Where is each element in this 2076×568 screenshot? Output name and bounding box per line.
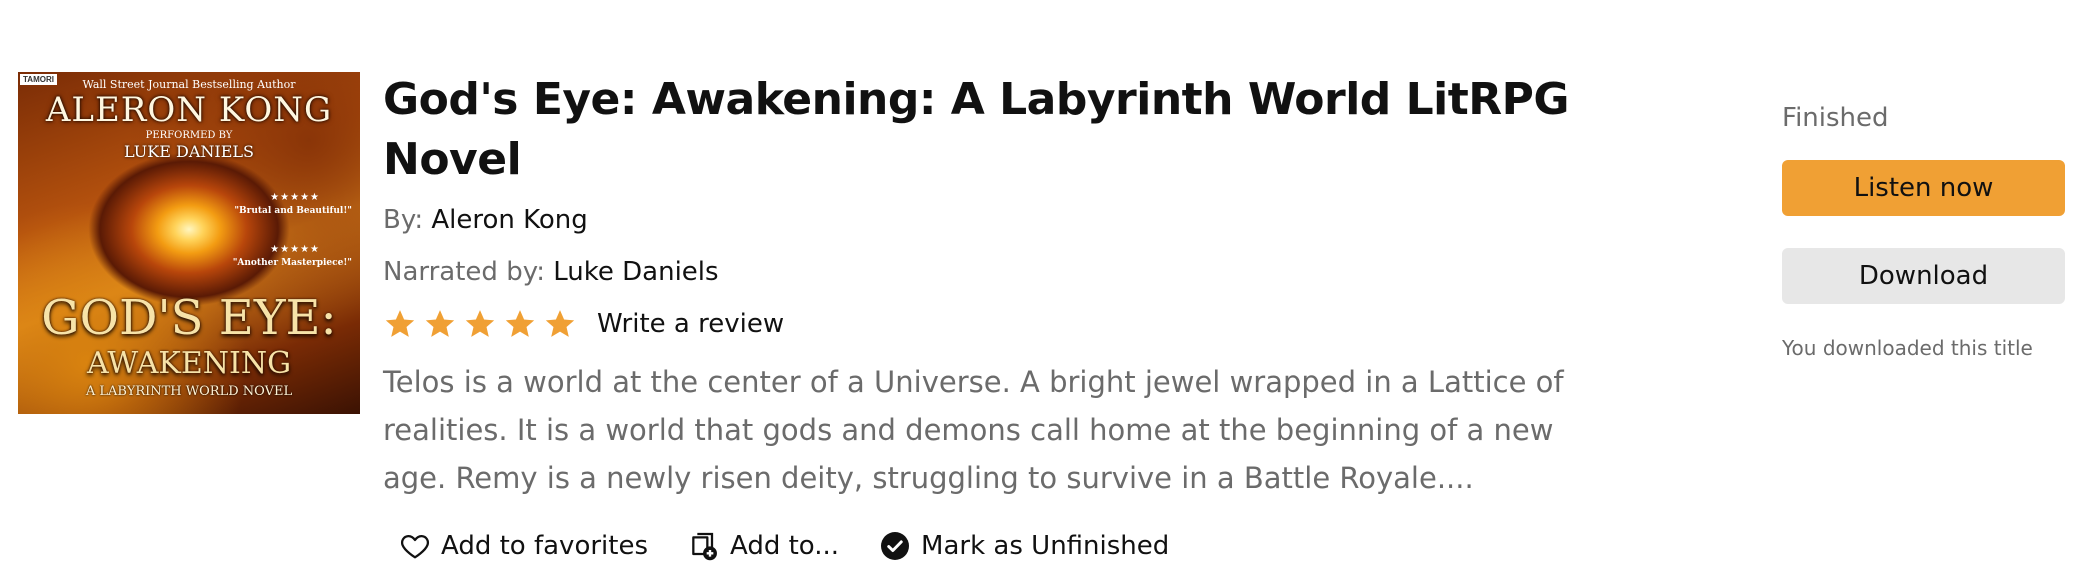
cover-quote: "Another Masterpiece!" — [232, 258, 352, 268]
mark-unfinished-label: Mark as Unfinished — [921, 531, 1170, 561]
listen-now-button[interactable]: Listen now — [1782, 160, 2065, 216]
add-to-favorites-label: Add to favorites — [441, 531, 648, 561]
listen-panel: Finished Listen now Download You downloa… — [1782, 100, 2065, 360]
star-rating — [383, 307, 583, 341]
book-cover[interactable]: TAMORI Wall Street Journal Bestselling A… — [18, 72, 360, 414]
rating-row: Write a review — [383, 304, 1583, 344]
add-to-button[interactable]: Add to... — [688, 530, 839, 562]
author-label: By: — [383, 205, 424, 235]
cover-quote: "Brutal and Beautiful!" — [234, 206, 352, 216]
mark-unfinished-button[interactable]: Mark as Unfinished — [879, 530, 1169, 562]
heart-icon — [399, 530, 431, 562]
cover-author: ALERON KONG — [45, 90, 333, 130]
cover-performed-by: PERFORMED BY — [145, 130, 233, 141]
book-info: God's Eye: Awakening: A Labyrinth World … — [383, 70, 1583, 568]
library-row: TAMORI Wall Street Journal Bestselling A… — [0, 0, 2076, 561]
star-icon[interactable] — [383, 307, 417, 341]
library-add-icon — [688, 530, 720, 562]
star-icon[interactable] — [503, 307, 537, 341]
book-title[interactable]: God's Eye: Awakening: A Labyrinth World … — [383, 70, 1583, 190]
status-label: Finished — [1782, 103, 1889, 133]
star-icon[interactable] — [423, 307, 457, 341]
check-circle-icon — [879, 530, 911, 562]
download-button[interactable]: Download — [1782, 248, 2065, 304]
narrator-line: Narrated by: Luke Daniels — [383, 252, 1583, 292]
book-summary: Telos is a world at the center of a Univ… — [383, 365, 1564, 495]
add-to-label: Add to... — [730, 531, 840, 561]
star-icon[interactable] — [543, 307, 577, 341]
cover-subtitle: AWAKENING — [86, 346, 292, 381]
downloaded-note: You downloaded this title — [1782, 336, 2033, 360]
star-icon[interactable] — [463, 307, 497, 341]
cover-stars: ★★★★★ — [270, 244, 320, 255]
narrator-link[interactable]: Luke Daniels — [553, 257, 718, 287]
cover-stars: ★★★★★ — [270, 192, 320, 203]
cover-title: GOD'S EYE: — [41, 290, 337, 346]
author-link[interactable]: Aleron Kong — [431, 205, 587, 235]
author-line: By: Aleron Kong — [383, 200, 1583, 240]
action-bar: Add to favorites Add to... Mark as Unfin… — [399, 524, 1583, 568]
cover-series: A LABYRINTH WORLD NOVEL — [85, 384, 293, 399]
cover-narrator: LUKE DANIELS — [124, 142, 254, 161]
add-to-favorites-button[interactable]: Add to favorites — [399, 530, 648, 562]
narrator-label: Narrated by: — [383, 257, 545, 287]
write-review-link[interactable]: Write a review — [597, 309, 784, 339]
